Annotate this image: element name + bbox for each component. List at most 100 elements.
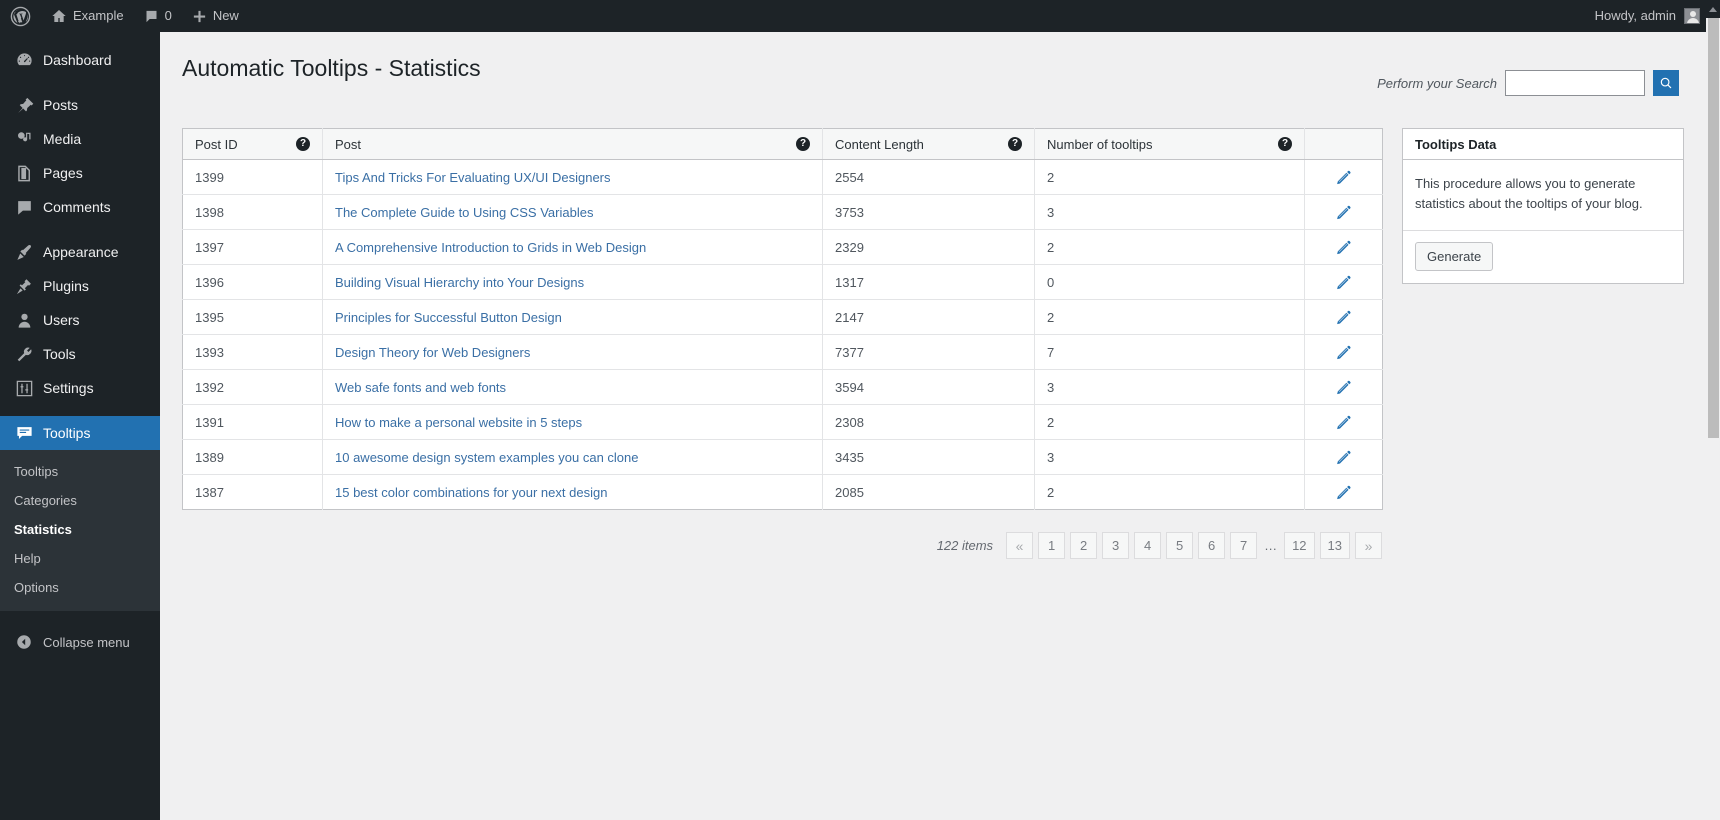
edit-button[interactable] — [1332, 305, 1356, 329]
page-ellipsis: … — [1264, 538, 1278, 553]
cell-number-of-tooltips: 2 — [1034, 159, 1305, 195]
page-button-4[interactable]: 4 — [1134, 532, 1162, 559]
sidebar-item-dashboard[interactable]: Dashboard — [0, 43, 160, 77]
help-icon[interactable]: ? — [1008, 137, 1022, 151]
help-icon[interactable]: ? — [296, 137, 310, 151]
cell-post-id: 1399 — [182, 159, 323, 195]
cell-actions — [1304, 369, 1383, 405]
generate-button[interactable]: Generate — [1415, 242, 1494, 272]
page-prev-button[interactable]: « — [1006, 532, 1034, 559]
comment-bubble-icon — [14, 197, 34, 217]
comments-menu[interactable]: 0 — [134, 0, 182, 32]
wordpress-logo-icon — [10, 6, 31, 26]
sidebar-item-help[interactable]: Help — [0, 544, 160, 573]
sidebar-item-statistics[interactable]: Statistics — [0, 515, 160, 544]
post-link[interactable]: Principles for Successful Button Design — [335, 310, 562, 325]
post-link[interactable]: Building Visual Hierarchy into Your Desi… — [335, 275, 584, 290]
table-row: 1393 Design Theory for Web Designers 7377 7 — [182, 334, 1383, 370]
scroll-thumb[interactable] — [1708, 18, 1719, 438]
cell-actions — [1304, 229, 1383, 265]
page-button-2[interactable]: 2 — [1070, 532, 1098, 559]
sidebar-item-tooltips-sub[interactable]: Tooltips — [0, 457, 160, 486]
wordpress-logo-menu[interactable] — [0, 0, 41, 32]
post-link[interactable]: Tips And Tricks For Evaluating UX/UI Des… — [335, 170, 611, 185]
site-name-menu[interactable]: Example — [41, 0, 134, 32]
column-post[interactable]: Post ? — [322, 128, 823, 160]
edit-button[interactable] — [1332, 375, 1356, 399]
sidebar-item-options[interactable]: Options — [0, 573, 160, 602]
edit-button[interactable] — [1332, 340, 1356, 364]
site-name-label: Example — [73, 8, 124, 23]
cell-post-id: 1392 — [182, 369, 323, 405]
sidebar-item-users[interactable]: Users — [0, 303, 160, 337]
column-number-of-tooltips[interactable]: Number of tooltips ? — [1034, 128, 1305, 160]
sidebar-item-label: Posts — [43, 97, 79, 113]
cell-post-id: 1393 — [182, 334, 323, 370]
new-content-menu[interactable]: New — [182, 0, 249, 32]
table-row: 1391 How to make a personal website in 5 … — [182, 404, 1383, 440]
edit-button[interactable] — [1332, 270, 1356, 294]
sidebar-item-label: Appearance — [43, 244, 119, 260]
cell-number-of-tooltips: 3 — [1034, 439, 1305, 475]
edit-button[interactable] — [1332, 445, 1356, 469]
cell-post-id: 1397 — [182, 229, 323, 265]
sidebar-item-appearance[interactable]: Appearance — [0, 235, 160, 269]
table-row: 1398 The Complete Guide to Using CSS Vari… — [182, 194, 1383, 230]
tooltips-data-description: This procedure allows you to generate st… — [1403, 160, 1683, 232]
column-content-length[interactable]: Content Length ? — [822, 128, 1035, 160]
column-post-id[interactable]: Post ID ? — [182, 128, 323, 160]
cell-actions — [1304, 404, 1383, 440]
scroll-up-arrow[interactable] — [1706, 0, 1720, 18]
page-scrollbar[interactable] — [1706, 0, 1720, 820]
post-link[interactable]: 15 best color combinations for your next… — [335, 485, 607, 500]
sidebar-item-comments[interactable]: Comments — [0, 190, 160, 224]
edit-button[interactable] — [1332, 480, 1356, 504]
search-button[interactable] — [1653, 70, 1679, 96]
cell-content-length: 7377 — [822, 334, 1035, 370]
page-next-button[interactable]: » — [1355, 532, 1382, 559]
comments-count: 0 — [164, 8, 172, 23]
sidebar-item-pages[interactable]: Pages — [0, 156, 160, 190]
column-actions — [1304, 128, 1383, 160]
sidebar-item-plugins[interactable]: Plugins — [0, 269, 160, 303]
post-link[interactable]: Design Theory for Web Designers — [335, 345, 530, 360]
collapse-menu-button[interactable]: Collapse menu — [0, 625, 160, 659]
page-button-3[interactable]: 3 — [1102, 532, 1130, 559]
page-button-13[interactable]: 13 — [1319, 532, 1350, 559]
post-link[interactable]: The Complete Guide to Using CSS Variable… — [335, 205, 593, 220]
sidebar-item-settings[interactable]: Settings — [0, 371, 160, 405]
post-link[interactable]: 10 awesome design system examples you ca… — [335, 450, 639, 465]
post-link[interactable]: How to make a personal website in 5 step… — [335, 415, 582, 430]
account-menu[interactable]: Howdy, admin — [1585, 0, 1706, 32]
help-icon[interactable]: ? — [796, 137, 810, 151]
pencil-icon — [1337, 310, 1351, 324]
sidebar-item-media[interactable]: Media — [0, 122, 160, 156]
content-row: Post ID ? Post ? Content Length ? Number… — [182, 128, 1684, 559]
sidebar-item-posts[interactable]: Posts — [0, 88, 160, 122]
post-link[interactable]: Web safe fonts and web fonts — [335, 380, 506, 395]
cell-number-of-tooltips: 2 — [1034, 474, 1305, 510]
media-icon — [14, 129, 34, 149]
page-button-5[interactable]: 5 — [1166, 532, 1194, 559]
edit-button[interactable] — [1332, 165, 1356, 189]
edit-button[interactable] — [1332, 235, 1356, 259]
page-button-6[interactable]: 6 — [1198, 532, 1226, 559]
page-button-7[interactable]: 7 — [1230, 532, 1258, 559]
admin-sidebar: Dashboard Posts Media Pages Comments App… — [0, 32, 168, 820]
search-input[interactable] — [1505, 70, 1645, 96]
cell-actions — [1305, 475, 1383, 510]
sidebar-item-tooltips[interactable]: Tooltips — [0, 416, 168, 450]
edit-button[interactable] — [1332, 200, 1356, 224]
sidebar-item-categories[interactable]: Categories — [0, 486, 160, 515]
page-button-12[interactable]: 12 — [1284, 532, 1315, 559]
help-icon[interactable]: ? — [1278, 137, 1292, 151]
edit-button[interactable] — [1332, 410, 1356, 434]
cell-content-length: 3594 — [822, 369, 1035, 405]
post-link[interactable]: A Comprehensive Introduction to Grids in… — [335, 240, 646, 255]
collapse-menu-label: Collapse menu — [43, 634, 130, 650]
page-button-1[interactable]: 1 — [1038, 532, 1066, 559]
plug-icon — [14, 276, 34, 296]
avatar — [1684, 8, 1700, 24]
column-label: Post — [335, 136, 362, 152]
sidebar-item-tools[interactable]: Tools — [0, 337, 160, 371]
